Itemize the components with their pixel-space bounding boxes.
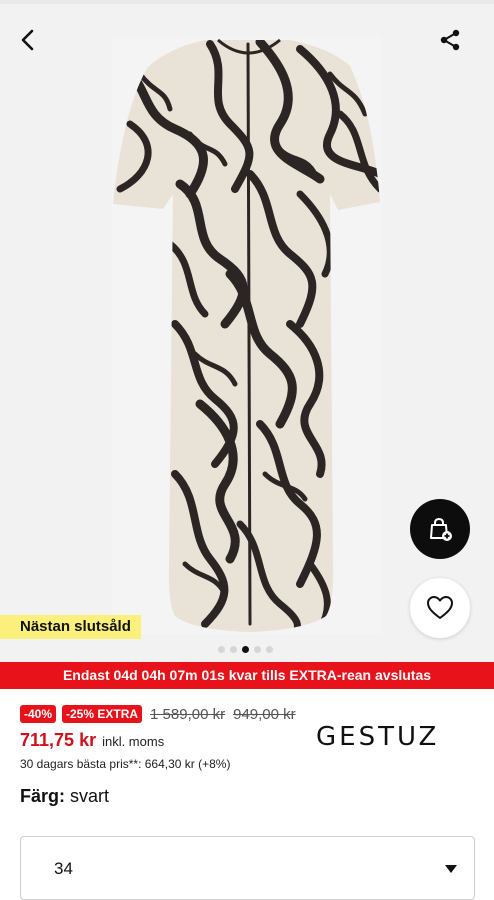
extra-discount-badge: -25% EXTRA	[62, 705, 143, 723]
color-label: Färg:	[20, 786, 65, 806]
discount-badge: -40%	[20, 705, 57, 723]
vat-note: inkl. moms	[102, 734, 165, 749]
gallery-dot[interactable]	[266, 646, 273, 653]
chevron-left-icon	[21, 29, 34, 51]
almost-sold-out-badge: Nästan slutsåld	[0, 615, 141, 639]
gallery-dot[interactable]	[254, 646, 261, 653]
add-to-bag-button[interactable]	[410, 499, 470, 559]
caret-down-icon	[445, 865, 457, 873]
sale-countdown-banner: Endast 04d 04h 07m 01s kvar tills EXTRA-…	[0, 662, 494, 689]
heart-icon	[427, 596, 453, 619]
size-dropdown[interactable]: 34	[20, 836, 475, 900]
previous-price: 949,00 kr	[233, 705, 296, 723]
gallery-dot[interactable]	[230, 646, 237, 653]
back-button[interactable]	[14, 26, 42, 54]
gallery-dot[interactable]	[218, 646, 225, 653]
share-icon	[440, 29, 460, 51]
share-button[interactable]	[436, 26, 464, 54]
size-selected-value: 34	[54, 859, 73, 878]
gallery-dot-active[interactable]	[242, 646, 249, 653]
color-info: Färg: svart	[20, 786, 109, 807]
shopping-bag-add-icon	[430, 517, 452, 541]
favorite-button[interactable]	[410, 578, 470, 638]
product-image-gallery[interactable]: Nästan slutsåld	[0, 4, 494, 662]
product-image-zebra-dress[interactable]	[0, 4, 494, 662]
current-price: 711,75 kr	[20, 730, 97, 750]
color-value: svart	[70, 786, 110, 806]
gallery-pagination[interactable]	[218, 646, 273, 653]
original-price: 1 589,00 kr	[150, 705, 226, 723]
brand-logo[interactable]: GESTUZ	[316, 722, 476, 752]
discount-row: -40% -25% EXTRA 1 589,00 kr 949,00 kr	[20, 704, 480, 724]
best-price-note: 30 dagars bästa pris**: 664,30 kr (+8%)	[20, 757, 231, 771]
